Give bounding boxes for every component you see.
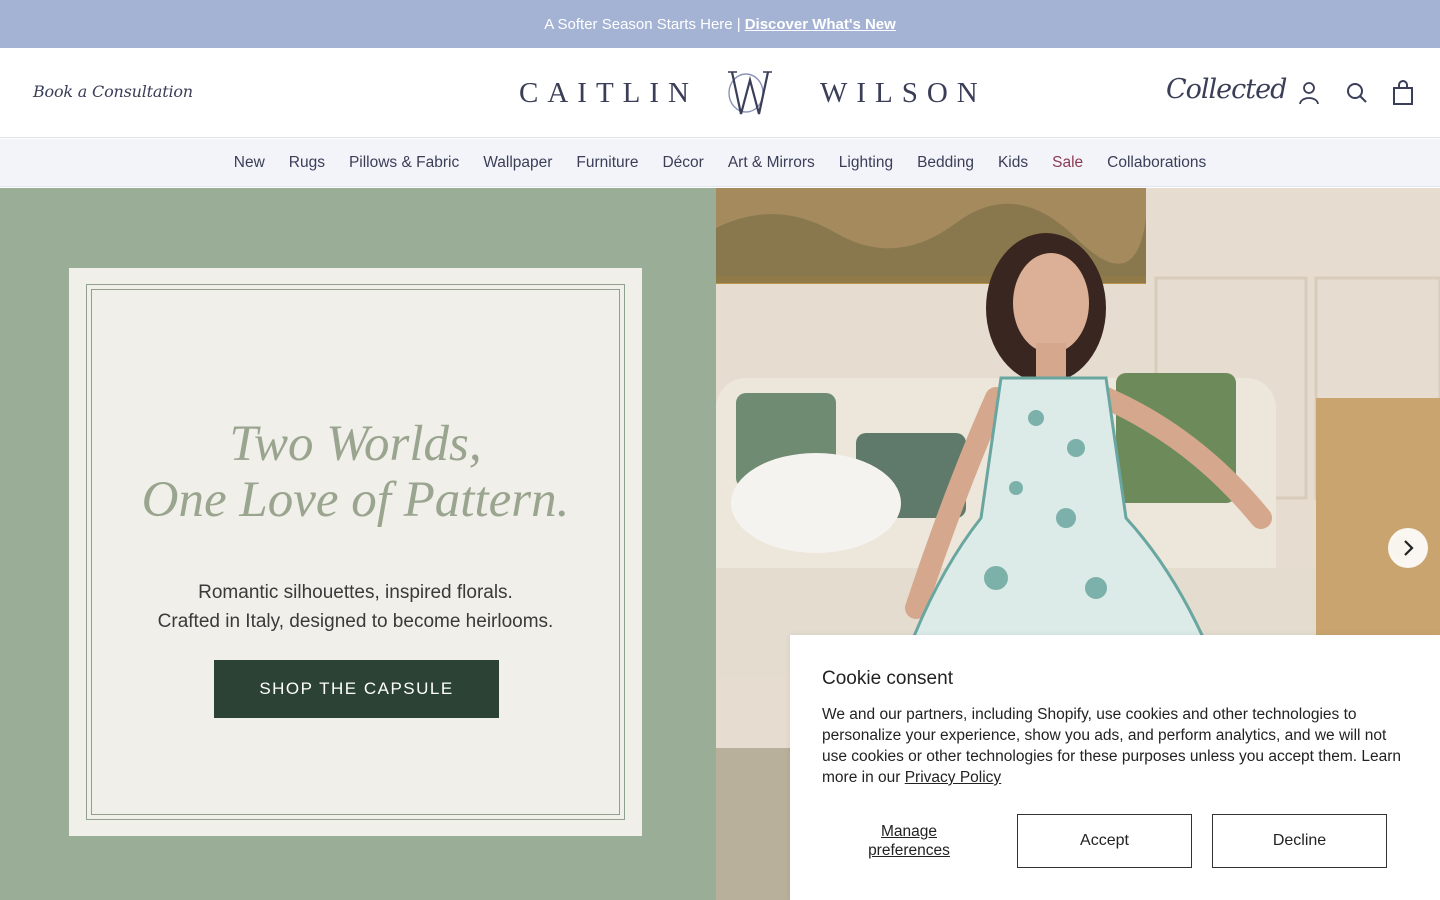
manage-preferences-link[interactable]: Manage preferences xyxy=(850,822,968,860)
brand-logo[interactable]: CAITLIN WILSON xyxy=(519,68,987,118)
search-icon[interactable] xyxy=(1343,79,1371,107)
cookie-body: We and our partners, including Shopify, … xyxy=(822,704,1412,788)
logo-word-left: CAITLIN xyxy=(519,76,698,109)
nav-item-kids[interactable]: Kids xyxy=(998,154,1028,172)
hero-subtext-line-2: Crafted in Italy, designed to become hei… xyxy=(157,611,554,632)
nav-item-furniture[interactable]: Furniture xyxy=(576,154,638,172)
announcement-text: A Softer Season Starts Here | xyxy=(544,15,741,33)
cookie-title: Cookie consent xyxy=(822,668,953,689)
nav-item-decor[interactable]: Décor xyxy=(662,154,703,172)
shop-capsule-button[interactable]: SHOP THE CAPSULE xyxy=(214,660,499,718)
nav-item-wallpaper[interactable]: Wallpaper xyxy=(483,154,552,172)
nav-item-bedding[interactable]: Bedding xyxy=(917,154,974,172)
nav-item-art-mirrors[interactable]: Art & Mirrors xyxy=(728,154,815,172)
nav-item-rugs[interactable]: Rugs xyxy=(289,154,325,172)
panel-border xyxy=(86,284,625,820)
nav-item-collaborations[interactable]: Collaborations xyxy=(1107,154,1206,172)
hero-subtext-line-1: Romantic silhouettes, inspired florals. xyxy=(198,582,513,603)
hero-panel: Two Worlds, One Love of Pattern. Romanti… xyxy=(69,268,642,836)
nav-item-lighting[interactable]: Lighting xyxy=(839,154,893,172)
cart-icon[interactable] xyxy=(1389,79,1417,107)
nav-item-pillows-fabric[interactable]: Pillows & Fabric xyxy=(349,154,459,172)
announcement-link[interactable]: Discover What's New xyxy=(745,16,896,33)
carousel-next-button[interactable] xyxy=(1388,528,1428,568)
monogram-icon xyxy=(727,71,772,115)
chevron-right-icon xyxy=(1404,540,1414,556)
accept-button[interactable]: Accept xyxy=(1017,814,1192,868)
nav-item-new[interactable]: New xyxy=(234,154,265,172)
hero-text-area: Two Worlds, One Love of Pattern. Romanti… xyxy=(0,188,716,900)
site-header: Book a Consultation CAITLIN WILSON Colle… xyxy=(0,48,1440,138)
nav-item-sale[interactable]: Sale xyxy=(1052,154,1083,172)
hero-subtext: Romantic silhouettes, inspired florals. … xyxy=(69,578,642,636)
decline-button[interactable]: Decline xyxy=(1212,814,1387,868)
main-nav: New Rugs Pillows & Fabric Wallpaper Furn… xyxy=(0,139,1440,187)
logo-word-right: WILSON xyxy=(819,76,987,109)
account-icon[interactable] xyxy=(1295,79,1323,107)
privacy-policy-link[interactable]: Privacy Policy xyxy=(905,769,1001,786)
hero-headline-line-1: Two Worlds, xyxy=(229,416,482,472)
hero-headline: Two Worlds, One Love of Pattern. xyxy=(69,416,642,528)
hero-headline-line-2: One Love of Pattern. xyxy=(141,472,570,528)
book-consultation-link[interactable]: Book a Consultation xyxy=(33,82,193,101)
announcement-bar: A Softer Season Starts Here | Discover W… xyxy=(0,0,1440,48)
collected-link[interactable]: Collected xyxy=(1166,74,1287,105)
cookie-consent-dialog: Cookie consent We and our partners, incl… xyxy=(790,635,1440,900)
